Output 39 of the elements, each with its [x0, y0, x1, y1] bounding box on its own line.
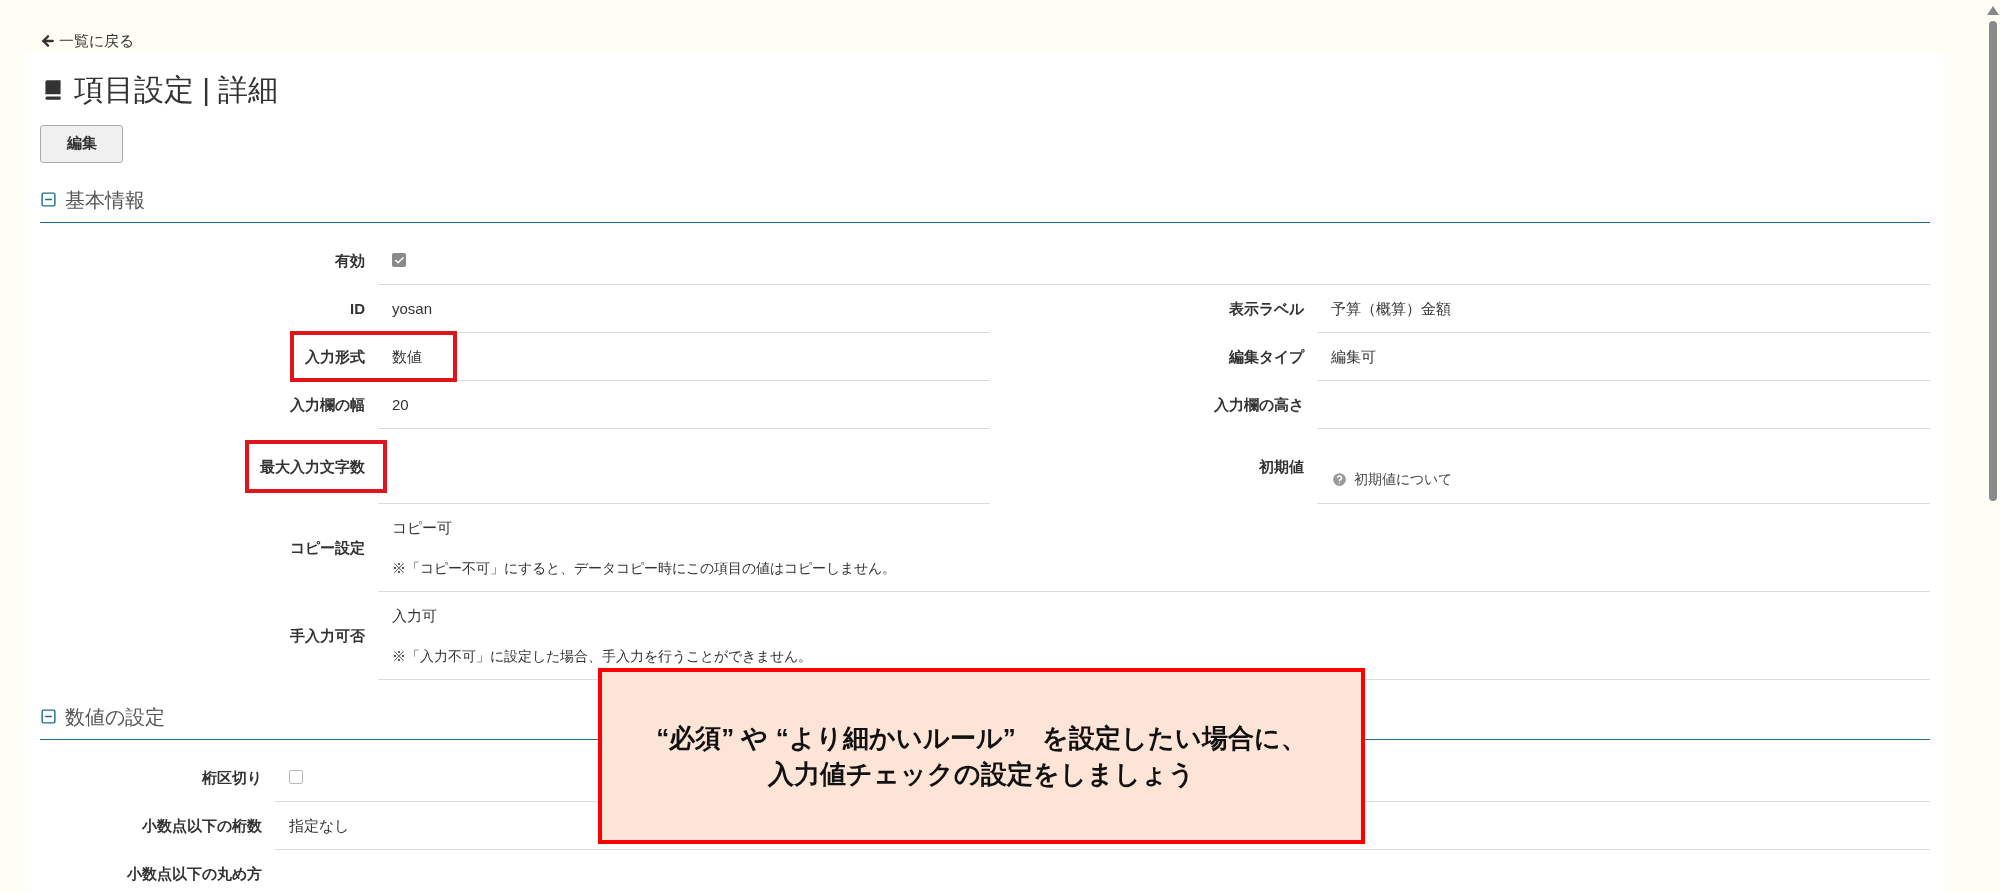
field-label: 最大入力文字数 — [260, 457, 365, 475]
field-label: 小数点以下の桁数 — [142, 817, 262, 834]
field-label: ID — [350, 300, 365, 317]
field-value: 20 — [392, 395, 409, 413]
collapse-icon[interactable] — [40, 708, 57, 725]
field-label: 入力欄の高さ — [1214, 396, 1304, 413]
callout-text: “必須” や “より細かいルール” を設定したい場合に、 — [656, 722, 1307, 755]
page-title: 項目設定 | 詳細 — [74, 72, 279, 108]
scroll-up-icon[interactable] — [1986, 6, 1999, 15]
callout-text: 入力値チェックの設定をしましょう — [768, 758, 1195, 791]
collapse-icon[interactable] — [40, 191, 57, 208]
field-label: 手入力可否 — [290, 627, 365, 644]
field-label: 有効 — [335, 252, 365, 269]
field-value: 編集可 — [1331, 347, 1376, 365]
field-label: 小数点以下の丸め方 — [127, 865, 262, 882]
section-title: 基本情報 — [65, 187, 145, 213]
checkbox[interactable] — [392, 253, 406, 267]
field-label: コピー設定 — [290, 539, 365, 556]
field-note: ※「入力不可」に設定した場合、手入力を行うことができません。 — [392, 647, 812, 664]
checkbox[interactable] — [289, 770, 303, 784]
field-note: ※「コピー不可」にすると、データコピー時にこの項目の値はコピーしません。 — [392, 559, 896, 576]
help-link[interactable]: 初期値について — [1354, 468, 1452, 490]
field-value: 予算（概算）金額 — [1331, 299, 1451, 317]
field-label: 編集タイプ — [1229, 348, 1304, 365]
field-value: 入力可 — [392, 606, 437, 624]
field-label: 入力形式 — [305, 348, 365, 365]
field-value: 指定なし — [289, 816, 349, 834]
field-value: yosan — [392, 299, 433, 317]
section-title: 数値の設定 — [65, 704, 165, 730]
scrollbar-thumb[interactable] — [1988, 21, 1997, 501]
field-value: コピー可 — [392, 518, 452, 536]
field-label: 桁区切り — [202, 769, 262, 786]
help-icon — [1331, 470, 1348, 488]
field-label: 初期値 — [1259, 457, 1304, 475]
field-label: 表示ラベル — [1229, 300, 1304, 317]
back-link[interactable]: 一覧に戻る — [40, 30, 134, 53]
edit-button[interactable]: 編集 — [40, 124, 123, 163]
field-value: 数値 — [392, 347, 422, 365]
field-label: 入力欄の幅 — [290, 396, 365, 413]
